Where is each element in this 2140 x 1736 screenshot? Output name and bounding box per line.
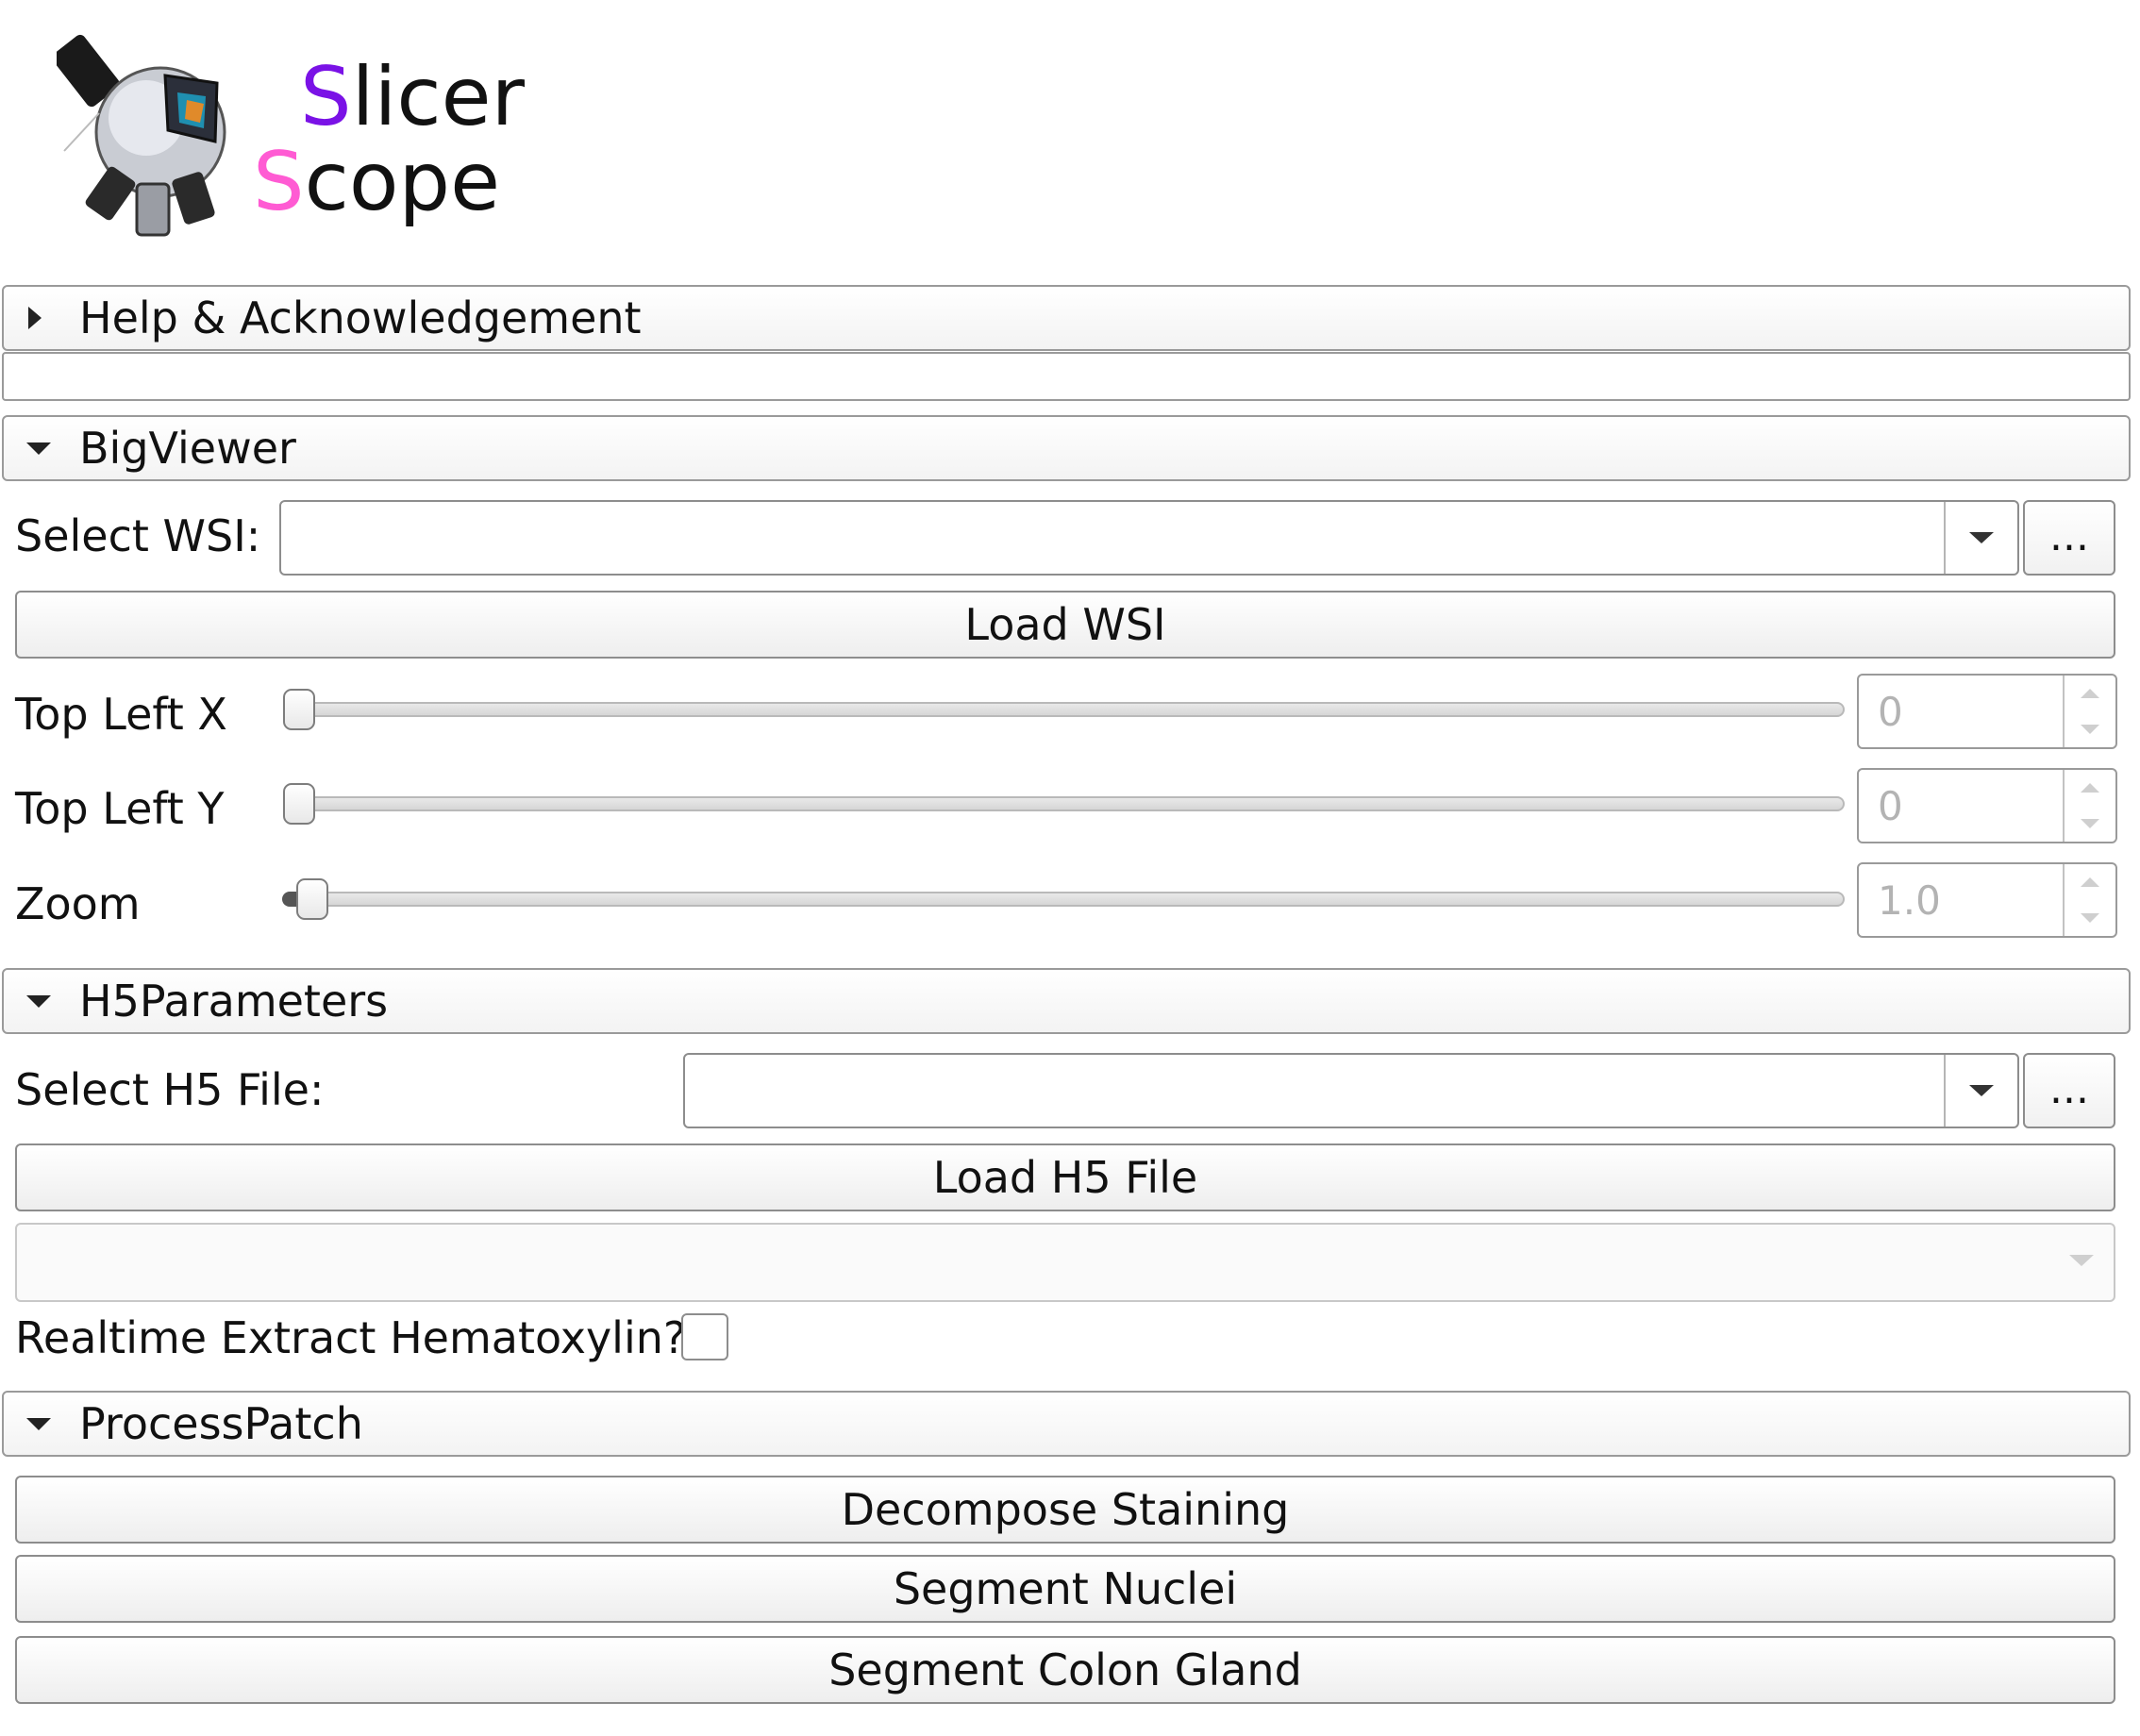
slicerscope-logo-icon xyxy=(52,9,255,245)
zoom-spinbox[interactable]: 1.0 xyxy=(1857,862,2117,938)
load-wsi-button[interactable]: Load WSI xyxy=(15,591,2115,659)
spin-down-icon[interactable] xyxy=(2065,900,2115,936)
top-left-y-slider-groove[interactable] xyxy=(288,796,1845,811)
logo-word-scope: Scope xyxy=(253,142,500,223)
zoom-label: Zoom xyxy=(15,878,141,929)
browse-wsi-button[interactable]: ... xyxy=(2023,500,2115,576)
chevron-down-icon xyxy=(25,970,53,1032)
section-title: H5Parameters xyxy=(79,976,389,1027)
browse-h5-button[interactable]: ... xyxy=(2023,1053,2115,1128)
spin-value: 1.0 xyxy=(1878,876,1941,924)
chevron-down-icon[interactable] xyxy=(1944,1055,2017,1127)
zoom-slider-handle[interactable] xyxy=(296,878,328,920)
segment-nuclei-button[interactable]: Segment Nuclei xyxy=(15,1555,2115,1623)
spin-up-icon[interactable] xyxy=(2065,676,2115,711)
chevron-down-icon xyxy=(25,417,53,479)
section-h5parameters[interactable]: H5Parameters xyxy=(2,968,2131,1034)
top-left-y-slider-handle[interactable] xyxy=(283,783,315,825)
top-left-x-spinbox[interactable]: 0 xyxy=(1857,674,2117,749)
chevron-right-icon xyxy=(25,287,43,349)
spin-up-icon[interactable] xyxy=(2065,864,2115,900)
spin-down-icon[interactable] xyxy=(2065,711,2115,747)
zoom-slider-groove[interactable] xyxy=(288,892,1845,907)
top-left-x-slider-handle[interactable] xyxy=(283,689,315,730)
section-bigviewer[interactable]: BigViewer xyxy=(2,415,2131,481)
select-wsi-combobox[interactable] xyxy=(279,500,2019,576)
section-processpatch[interactable]: ProcessPatch xyxy=(2,1391,2131,1457)
load-h5-button[interactable]: Load H5 File xyxy=(15,1143,2115,1211)
logo-letter-s1: S xyxy=(300,50,352,144)
section-title: BigViewer xyxy=(79,423,296,474)
select-h5-combobox[interactable] xyxy=(683,1053,2019,1128)
section-help-acknowledgement[interactable]: Help & Acknowledgement xyxy=(2,285,2131,351)
chevron-down-icon xyxy=(2068,1253,2095,1272)
chevron-down-icon xyxy=(25,1393,53,1455)
spin-up-icon[interactable] xyxy=(2065,770,2115,806)
logo-word-slicer: Slicer xyxy=(300,57,525,138)
h5-dataset-combobox[interactable] xyxy=(15,1223,2115,1302)
top-left-y-label: Top Left Y xyxy=(15,783,225,834)
spin-value: 0 xyxy=(1878,688,1903,735)
spin-value: 0 xyxy=(1878,782,1903,829)
select-h5-label: Select H5 File: xyxy=(15,1064,325,1115)
top-left-y-spinbox[interactable]: 0 xyxy=(1857,768,2117,843)
section-title: ProcessPatch xyxy=(79,1398,363,1449)
section-title: Help & Acknowledgement xyxy=(79,292,642,343)
decompose-staining-button[interactable]: Decompose Staining xyxy=(15,1476,2115,1544)
logo-letter-s2: S xyxy=(253,135,305,229)
top-left-x-slider-groove[interactable] xyxy=(288,702,1845,717)
spin-down-icon[interactable] xyxy=(2065,806,2115,842)
help-content-panel xyxy=(2,352,2131,401)
select-wsi-label: Select WSI: xyxy=(15,510,261,561)
realtime-hematoxylin-checkbox[interactable] xyxy=(681,1313,728,1360)
realtime-hematoxylin-label: Realtime Extract Hematoxylin? xyxy=(15,1312,687,1363)
segment-colon-gland-button[interactable]: Segment Colon Gland xyxy=(15,1636,2115,1704)
logo-word2-rest: cope xyxy=(304,135,500,229)
chevron-down-icon[interactable] xyxy=(1944,502,2017,574)
logo-word1-rest: licer xyxy=(351,50,525,144)
top-left-x-label: Top Left X xyxy=(15,689,227,740)
